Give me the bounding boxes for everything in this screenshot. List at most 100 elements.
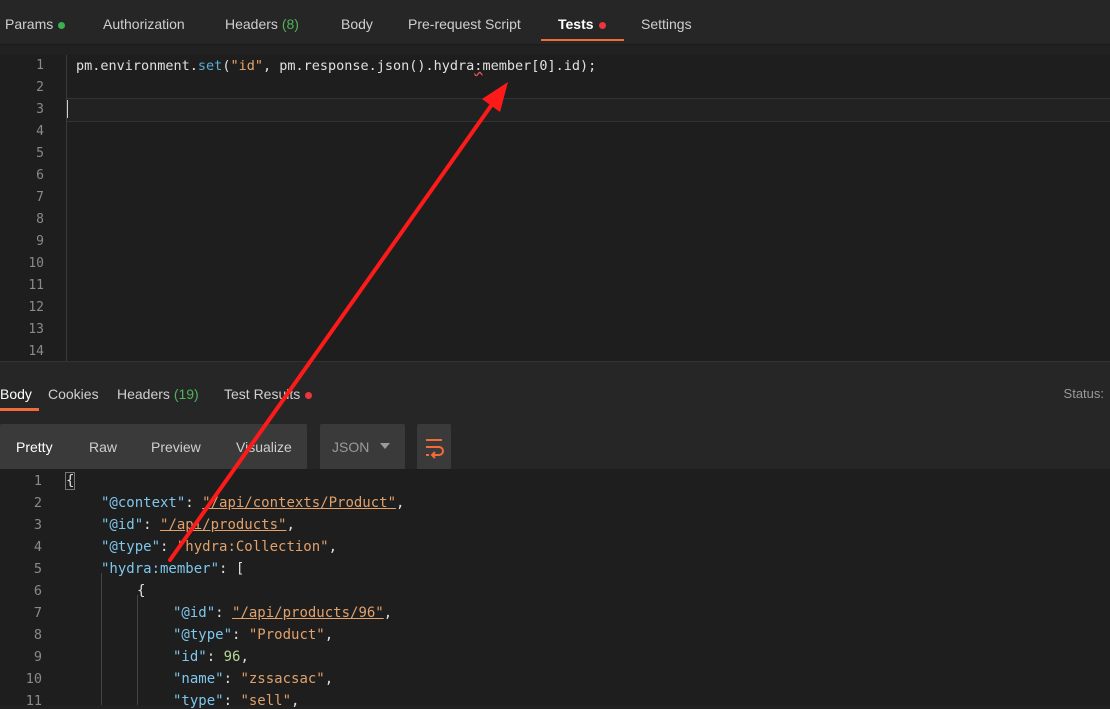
format-select[interactable]: JSON [320,424,405,470]
status-label: Status: [1063,386,1104,401]
json-string-value: "sell" [240,693,292,709]
active-tab-indicator [541,39,624,41]
line-number: 3 [36,102,44,117]
tab-body-label: Body [341,16,373,32]
line-number: 7 [36,190,44,205]
response-tabs: Body Cookies Headers (19) Test Results S… [0,375,1110,411]
view-mode-switcher: Pretty Raw Preview Visualize [0,424,307,470]
tab-pre-request-script[interactable]: Pre-request Script [408,0,521,42]
view-mode-raw[interactable]: Raw [89,424,117,470]
wrap-lines-icon [426,439,444,459]
tab-headers[interactable]: Headers (8) [225,0,299,42]
tab-body[interactable]: Body [341,0,373,42]
json-line-number: 10 [25,671,42,687]
line-number: 9 [36,234,44,249]
json-link-value[interactable]: "/api/products/96" [232,605,384,621]
response-tab-test-results[interactable]: Test Results [224,375,313,411]
tab-settings[interactable]: Settings [641,0,692,42]
line-number: 14 [28,344,44,359]
line-number: 1 [36,58,44,73]
tab-params-label: Params [5,16,54,32]
line-number: 11 [28,278,44,293]
json-string-value: "hydra:Collection" [176,539,329,555]
json-line: "id": 96, [173,649,249,665]
view-mode-preview[interactable]: Preview [151,424,201,470]
request-tabs: Params Authorization Headers (8) Body Pr… [0,0,1110,45]
tab-tests[interactable]: Tests [558,0,606,42]
code-token: member[0].id); [482,58,597,74]
response-tab-cookies[interactable]: Cookies [48,375,99,411]
json-number-value: 96 [223,649,241,665]
json-line: { [64,472,76,490]
json-key: "name" [173,671,224,687]
tab-params[interactable]: Params [5,0,66,42]
json-line-number: 2 [33,495,42,511]
line-number: 2 [36,80,44,95]
json-link-value[interactable]: "/api/products" [160,517,286,533]
json-brace: { [64,472,76,490]
json-key: "id" [173,649,207,665]
response-tab-cookies-label: Cookies [48,386,99,402]
line-number: 13 [28,322,44,337]
format-select-value: JSON [332,439,370,455]
json-line-number: 5 [33,561,42,577]
response-tab-headers[interactable]: Headers (19) [117,375,199,411]
response-tab-headers-label: Headers [117,386,170,402]
json-line: "@id": "/api/products", [101,517,295,533]
json-string-value: "Product" [248,627,325,643]
json-line-number: 9 [33,649,42,665]
indent-guide [101,573,102,705]
json-key: "@type" [101,539,161,555]
pane-resize-handle[interactable] [0,361,1110,376]
view-mode-visualize[interactable]: Visualize [236,424,292,470]
code-token: , pm.response.json().hydra [262,58,475,74]
tab-authorization[interactable]: Authorization [103,0,185,42]
json-line-number: 6 [33,583,42,599]
tab-tests-label: Tests [558,16,594,32]
tab-headers-count: (8) [281,16,299,32]
json-key: "@context" [101,495,186,511]
json-key: "type" [173,693,224,709]
line-number: 6 [36,168,44,183]
json-line-number: 3 [33,517,42,533]
line-number: 5 [36,146,44,161]
response-tab-body-label: Body [0,386,32,402]
json-line: "@type": "hydra:Collection", [101,539,338,555]
code-token-string: "id" [230,58,263,74]
json-string-value: "zssacsac" [240,671,325,687]
json-line: "@type": "Product", [173,627,334,643]
json-line: "name": "zssacsac", [173,671,334,687]
view-mode-pretty[interactable]: Pretty [16,424,53,470]
json-link-value[interactable]: "/api/contexts/Product" [202,495,396,511]
line-number: 12 [28,300,44,315]
response-json-viewer[interactable]: 1 2 3 4 5 6 7 8 9 10 11 { "@context": "/… [0,469,1110,709]
line-number: 8 [36,212,44,227]
json-line-number: 4 [33,539,42,555]
json-brace: { [137,583,146,599]
wrap-lines-button[interactable] [417,424,451,470]
response-headers-count: (19) [173,386,199,402]
line-number: 10 [28,256,44,271]
json-key: "@id" [173,605,216,621]
json-key: "@type" [173,627,233,643]
current-line-highlight [67,98,1110,122]
tests-status-dot-icon [598,21,606,29]
code-line-1: pm.environment.set("id", pm.response.jso… [76,58,596,74]
tab-authorization-label: Authorization [103,16,185,32]
tab-headers-label: Headers [225,16,278,32]
tests-code-editor[interactable]: 1 2 3 4 5 6 7 8 9 10 11 12 13 14 pm.envi… [0,55,1110,361]
line-number: 4 [36,124,44,139]
json-line-number: 8 [33,627,42,643]
json-line: "@id": "/api/products/96", [173,605,393,621]
json-line-number: 7 [33,605,42,621]
tab-pre-request-label: Pre-request Script [408,16,521,32]
code-token-function: set [197,58,223,74]
json-line-number: 1 [33,473,42,489]
response-tab-body[interactable]: Body [0,375,32,411]
json-line-number: 11 [25,693,42,709]
json-key: "hydra:member" [101,561,220,577]
tab-settings-label: Settings [641,16,692,32]
params-status-dot-icon [58,21,66,29]
json-line: "hydra:member": [ [101,561,245,577]
response-tab-test-results-label: Test Results [224,386,301,402]
